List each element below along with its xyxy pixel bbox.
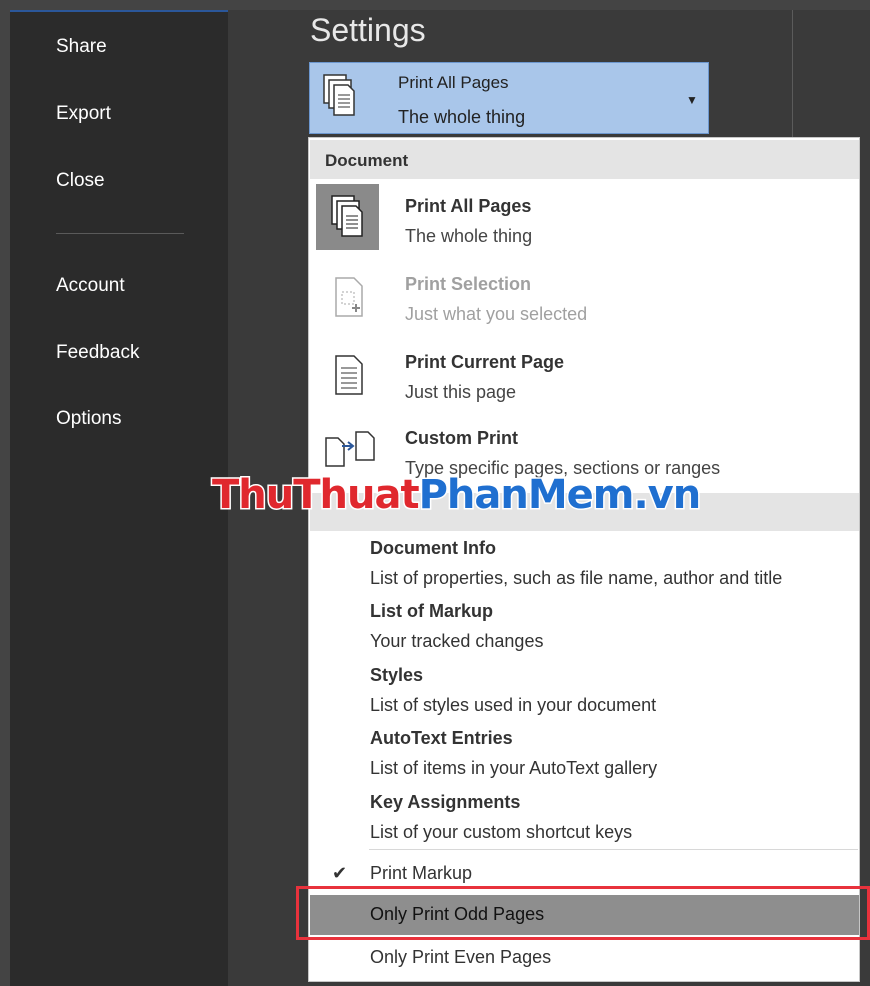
menu-item-autotext-entries[interactable]: AutoText Entries List of items in your A… [310, 728, 859, 792]
menu-item-subtitle: Just this page [405, 382, 517, 402]
print-range-menu: Document Print All Pages The whole thing [308, 137, 860, 982]
checkmark-icon: ✔ [332, 863, 348, 883]
single-page-icon [332, 352, 368, 403]
menu-item-document-info[interactable]: Document Info List of properties, such a… [310, 538, 859, 602]
watermark-part2: PhanMem.vn [417, 471, 703, 520]
option-label: Print Markup [370, 863, 473, 883]
menu-item-title: AutoText Entries [370, 728, 513, 748]
sidebar-item-feedback[interactable]: Feedback [56, 342, 139, 364]
settings-heading: Settings [310, 12, 426, 48]
menu-divider [369, 849, 858, 850]
sidebar-item-close[interactable]: Close [56, 170, 105, 192]
menu-item-title: Print Selection [405, 274, 532, 294]
menu-item-title: List of Markup [370, 601, 494, 621]
menu-item-title: Key Assignments [370, 792, 521, 812]
option-only-print-even-pages[interactable]: Only Print Even Pages [310, 938, 859, 978]
panel-divider [792, 10, 793, 138]
backstage-sidebar: Share Export Close Account Feedback Opti… [10, 10, 228, 986]
menu-item-styles[interactable]: Styles List of styles used in your docum… [310, 665, 859, 729]
watermark-logo: ThuThuatPhanMem.vn [211, 471, 703, 520]
sidebar-accent-line [10, 10, 228, 12]
sidebar-item-share[interactable]: Share [56, 36, 107, 58]
sidebar-divider [56, 233, 184, 234]
menu-item-print-all-pages[interactable]: Print All Pages The whole thing [310, 180, 859, 256]
section-header-label: Document [325, 151, 409, 170]
menu-item-subtitle: Just what you selected [405, 304, 588, 324]
dropdown-title: Print All Pages [398, 73, 509, 92]
menu-item-subtitle: List of items in your AutoText gallery [370, 758, 658, 778]
highlight-annotation-box [296, 886, 870, 940]
multi-page-icon [322, 73, 362, 122]
print-range-dropdown[interactable]: Print All Pages The whole thing ▼ [309, 62, 709, 134]
menu-item-title: Custom Print [405, 428, 519, 448]
menu-item-print-current-page[interactable]: Print Current Page Just this page [310, 338, 859, 414]
sidebar-item-account[interactable]: Account [56, 275, 125, 297]
menu-item-subtitle: List of your custom shortcut keys [370, 822, 633, 842]
watermark-part1: ThuThuat [211, 471, 422, 520]
menu-item-subtitle: List of styles used in your document [370, 695, 657, 715]
menu-item-list-of-markup[interactable]: List of Markup Your tracked changes [310, 601, 859, 665]
multi-page-icon [330, 194, 370, 245]
menu-item-print-selection[interactable]: Print Selection Just what you selected [310, 260, 859, 336]
chevron-down-icon[interactable]: ▼ [686, 93, 698, 107]
section-header-document: Document [310, 140, 859, 179]
menu-item-subtitle: List of properties, such as file name, a… [370, 568, 783, 588]
menu-item-title: Print All Pages [405, 196, 532, 216]
menu-item-subtitle: The whole thing [405, 226, 533, 246]
sidebar-item-options[interactable]: Options [56, 408, 121, 430]
dropdown-subtitle: The whole thing [398, 107, 526, 127]
option-label: Only Print Even Pages [370, 947, 552, 967]
menu-item-subtitle: Your tracked changes [370, 631, 544, 651]
menu-item-title: Document Info [370, 538, 496, 558]
menu-item-key-assignments[interactable]: Key Assignments List of your custom shor… [310, 792, 859, 856]
sidebar-item-export[interactable]: Export [56, 103, 111, 125]
selection-page-icon [332, 274, 368, 325]
menu-item-title: Styles [370, 665, 424, 685]
menu-item-title: Print Current Page [405, 352, 565, 372]
